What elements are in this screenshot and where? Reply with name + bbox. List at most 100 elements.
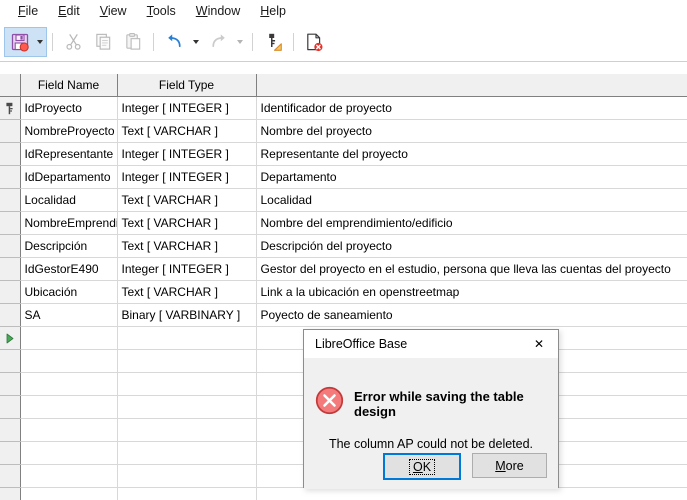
- row-header[interactable]: [0, 142, 21, 166]
- field-name-cell[interactable]: IdGestorE490: [20, 257, 118, 281]
- menu-item-edit[interactable]: Edit: [48, 2, 90, 20]
- field-name-cell[interactable]: [20, 326, 118, 350]
- table-row[interactable]: IdRepresentante Integer [ INTEGER ] Repres…: [0, 142, 687, 166]
- field-type-cell[interactable]: Text [ VARCHAR ]: [117, 188, 257, 212]
- description-cell[interactable]: Localidad: [256, 188, 687, 212]
- field-name-cell[interactable]: Descripción: [20, 234, 118, 258]
- row-header[interactable]: [0, 464, 21, 488]
- description-cell[interactable]: Representante del proyecto: [256, 142, 687, 166]
- description-cell[interactable]: Departamento: [256, 165, 687, 189]
- row-header[interactable]: [0, 165, 21, 189]
- field-type-cell[interactable]: Text [ VARCHAR ]: [117, 211, 257, 235]
- table-row[interactable]: SA Binary [ VARBINARY ] Poyecto de saneami…: [0, 303, 687, 327]
- field-type-cell[interactable]: Text [ VARCHAR ]: [117, 119, 257, 143]
- field-type-cell[interactable]: [117, 464, 257, 488]
- row-header[interactable]: [0, 303, 21, 327]
- close-icon[interactable]: ✕: [526, 333, 552, 355]
- column-header-description[interactable]: [256, 74, 687, 97]
- field-type-cell[interactable]: [117, 418, 257, 442]
- row-header[interactable]: [0, 257, 21, 281]
- row-header[interactable]: [0, 349, 21, 373]
- row-header[interactable]: [0, 96, 21, 120]
- menu-item-view[interactable]: View: [90, 2, 137, 20]
- field-name-cell[interactable]: IdRepresentante: [20, 142, 118, 166]
- field-type-cell[interactable]: [117, 487, 257, 500]
- field-name-cell[interactable]: Localidad: [20, 188, 118, 212]
- field-name-cell[interactable]: NombreProyecto: [20, 119, 118, 143]
- field-name-cell[interactable]: NombreEmprendimiento: [20, 211, 118, 235]
- menu-item-window[interactable]: Window: [186, 2, 250, 20]
- cut-button[interactable]: [58, 27, 88, 57]
- chevron-down-icon: [193, 39, 199, 44]
- description-cell[interactable]: Gestor del proyecto en el estudio, perso…: [256, 257, 687, 281]
- field-name-cell[interactable]: IdDepartamento: [20, 165, 118, 189]
- field-name-cell[interactable]: [20, 487, 118, 500]
- row-header[interactable]: [0, 326, 21, 350]
- table-row[interactable]: NombreProyecto Text [ VARCHAR ] Nombre del…: [0, 119, 687, 143]
- row-header[interactable]: [0, 280, 21, 304]
- column-header-field-type[interactable]: Field Type: [117, 74, 257, 97]
- row-header[interactable]: [0, 119, 21, 143]
- field-type-cell[interactable]: [117, 372, 257, 396]
- field-type-cell[interactable]: Integer [ INTEGER ]: [117, 96, 257, 120]
- row-header[interactable]: [0, 441, 21, 465]
- menu-item-help[interactable]: Help: [250, 2, 296, 20]
- table-row[interactable]: Descripción Text [ VARCHAR ] Descripción d…: [0, 234, 687, 258]
- field-name-cell[interactable]: [20, 418, 118, 442]
- delete-row-button[interactable]: [299, 27, 329, 57]
- description-cell[interactable]: Nombre del proyecto: [256, 119, 687, 143]
- row-header[interactable]: [0, 234, 21, 258]
- field-name-cell[interactable]: [20, 441, 118, 465]
- table-row[interactable]: IdDepartamento Integer [ INTEGER ] Departa…: [0, 165, 687, 189]
- row-header[interactable]: [0, 395, 21, 419]
- redo-dropdown-button[interactable]: [233, 27, 247, 57]
- copy-button[interactable]: [88, 27, 118, 57]
- undo-button[interactable]: [159, 27, 189, 57]
- redo-button[interactable]: [203, 27, 233, 57]
- row-header[interactable]: [0, 418, 21, 442]
- field-name-cell[interactable]: IdProyecto: [20, 96, 118, 120]
- description-cell[interactable]: Descripción del proyecto: [256, 234, 687, 258]
- field-type-cell[interactable]: Text [ VARCHAR ]: [117, 280, 257, 304]
- row-header[interactable]: [0, 211, 21, 235]
- row-header[interactable]: [0, 188, 21, 212]
- field-name-cell[interactable]: [20, 372, 118, 396]
- description-cell[interactable]: Identificador de proyecto: [256, 96, 687, 120]
- table-row[interactable]: IdGestorE490 Integer [ INTEGER ] Gestor de…: [0, 257, 687, 281]
- save-button[interactable]: [4, 26, 34, 57]
- field-type-cell[interactable]: Integer [ INTEGER ]: [117, 165, 257, 189]
- description-cell[interactable]: Nombre del emprendimiento/edificio: [256, 211, 687, 235]
- table-row[interactable]: NombreEmprendimientoText [ VARCHAR ]Nomb…: [0, 211, 687, 235]
- ok-button[interactable]: OK: [383, 453, 461, 480]
- table-row[interactable]: Localidad Text [ VARCHAR ] Localidad: [0, 188, 687, 212]
- field-type-cell[interactable]: Binary [ VARBINARY ]: [117, 303, 257, 327]
- field-type-cell[interactable]: [117, 326, 257, 350]
- paste-button[interactable]: [118, 27, 148, 57]
- field-type-cell[interactable]: [117, 395, 257, 419]
- description-cell[interactable]: Link a la ubicación en openstreetmap: [256, 280, 687, 304]
- primary-key-button[interactable]: [258, 27, 288, 57]
- field-name-cell[interactable]: [20, 349, 118, 373]
- field-type-cell[interactable]: [117, 441, 257, 465]
- menu-item-tools[interactable]: Tools: [137, 2, 186, 20]
- grid-corner-header[interactable]: [0, 74, 21, 97]
- column-header-field-name[interactable]: Field Name: [20, 74, 118, 97]
- field-name-cell[interactable]: Ubicación: [20, 280, 118, 304]
- field-name-cell[interactable]: [20, 395, 118, 419]
- field-type-cell[interactable]: [117, 349, 257, 373]
- field-name-cell[interactable]: SA: [20, 303, 118, 327]
- field-type-cell[interactable]: Text [ VARCHAR ]: [117, 234, 257, 258]
- save-dropdown-button[interactable]: [34, 26, 47, 57]
- field-type-cell[interactable]: Integer [ INTEGER ]: [117, 257, 257, 281]
- more-button[interactable]: More: [472, 453, 547, 478]
- table-row[interactable]: IdProyecto Integer [ INTEGER ] Identificad…: [0, 96, 687, 120]
- menu-item-file[interactable]: File: [8, 2, 48, 20]
- row-header[interactable]: [0, 372, 21, 396]
- undo-icon: [167, 34, 181, 48]
- undo-dropdown-button[interactable]: [189, 27, 203, 57]
- table-row[interactable]: Ubicación Text [ VARCHAR ] Link a la ubica…: [0, 280, 687, 304]
- row-header[interactable]: [0, 487, 21, 500]
- field-type-cell[interactable]: Integer [ INTEGER ]: [117, 142, 257, 166]
- description-cell[interactable]: Poyecto de saneamiento: [256, 303, 687, 327]
- field-name-cell[interactable]: [20, 464, 118, 488]
